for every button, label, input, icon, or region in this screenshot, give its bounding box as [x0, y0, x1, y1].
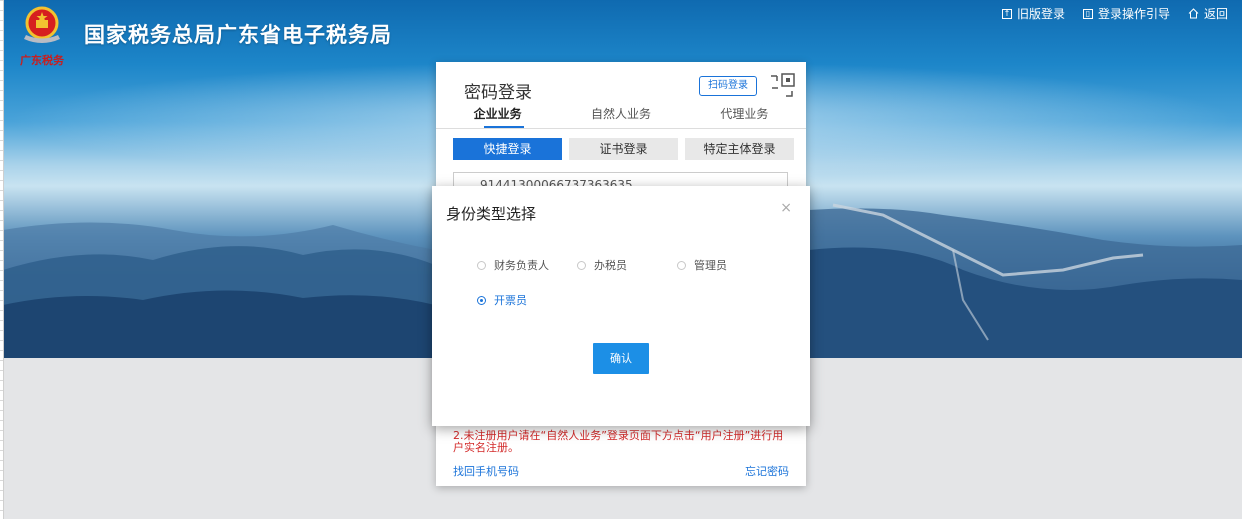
option-invoicer[interactable]: 开票员: [477, 292, 527, 308]
active-tab-indicator: [484, 126, 524, 128]
tab-agent[interactable]: 代理业务: [683, 104, 806, 128]
option-finance-head[interactable]: 财务负责人: [477, 257, 549, 273]
radio-icon: [477, 260, 486, 270]
tab-quick-login[interactable]: 快捷登录: [453, 138, 562, 160]
option-label: 财务负责人: [494, 259, 549, 272]
confirm-button[interactable]: 确认: [593, 343, 649, 374]
site-header: 广东税务 国家税务总局广东省电子税务局 ↑ 旧版登录 ▯ 登录操作引导 返回: [0, 0, 1242, 70]
top-links: ↑ 旧版登录 ▯ 登录操作引导 返回: [1001, 5, 1228, 22]
home-icon: [1188, 8, 1199, 19]
tab-cert-login[interactable]: 证书登录: [569, 138, 678, 160]
close-icon[interactable]: ×: [780, 200, 792, 216]
find-phone-link[interactable]: 找回手机号码: [453, 463, 519, 479]
national-emblem-icon: [24, 6, 60, 43]
login-title: 密码登录: [464, 83, 532, 103]
tab-individual[interactable]: 自然人业务: [559, 104, 682, 128]
back-label: 返回: [1203, 7, 1228, 21]
option-label: 开票员: [494, 294, 527, 307]
qr-code-icon[interactable]: [768, 72, 798, 102]
radio-icon: [677, 260, 686, 270]
login-guide-label: 登录操作引导: [1097, 7, 1170, 21]
left-ruler: [0, 0, 4, 519]
tab-special-login[interactable]: 特定主体登录: [685, 138, 794, 160]
login-guide-link[interactable]: ▯ 登录操作引导: [1082, 5, 1170, 22]
option-tax-clerk[interactable]: 办税员: [577, 257, 627, 273]
radio-checked-icon: [477, 295, 486, 305]
old-login-label: 旧版登录: [1016, 7, 1065, 21]
back-link[interactable]: 返回: [1188, 5, 1228, 22]
guide-book-icon: ▯: [1082, 8, 1093, 19]
identity-type-dialog: 身份类型选择 × 财务负责人 办税员 管理员 开票员 确认: [432, 186, 810, 426]
tab-enterprise[interactable]: 企业业务: [436, 104, 559, 128]
option-admin[interactable]: 管理员: [677, 257, 727, 273]
dialog-title: 身份类型选择: [446, 205, 537, 223]
radio-icon: [577, 260, 586, 270]
seal-text: 广东税务: [20, 54, 64, 67]
site-title: 国家税务总局广东省电子税务局: [84, 23, 392, 47]
register-notice: 2.未注册用户请在“自然人业务”登录页面下方点击“用户注册”进行用户实名注册。: [453, 429, 784, 454]
option-label: 管理员: [694, 259, 727, 272]
old-login-link[interactable]: ↑ 旧版登录: [1001, 5, 1065, 22]
login-mode-tabs: 快捷登录 证书登录 特定主体登录: [453, 138, 794, 160]
qr-login-button[interactable]: 扫码登录: [699, 76, 757, 96]
forgot-password-link[interactable]: 忘记密码: [745, 463, 789, 479]
old-login-icon: ↑: [1001, 8, 1012, 19]
option-label: 办税员: [594, 259, 627, 272]
